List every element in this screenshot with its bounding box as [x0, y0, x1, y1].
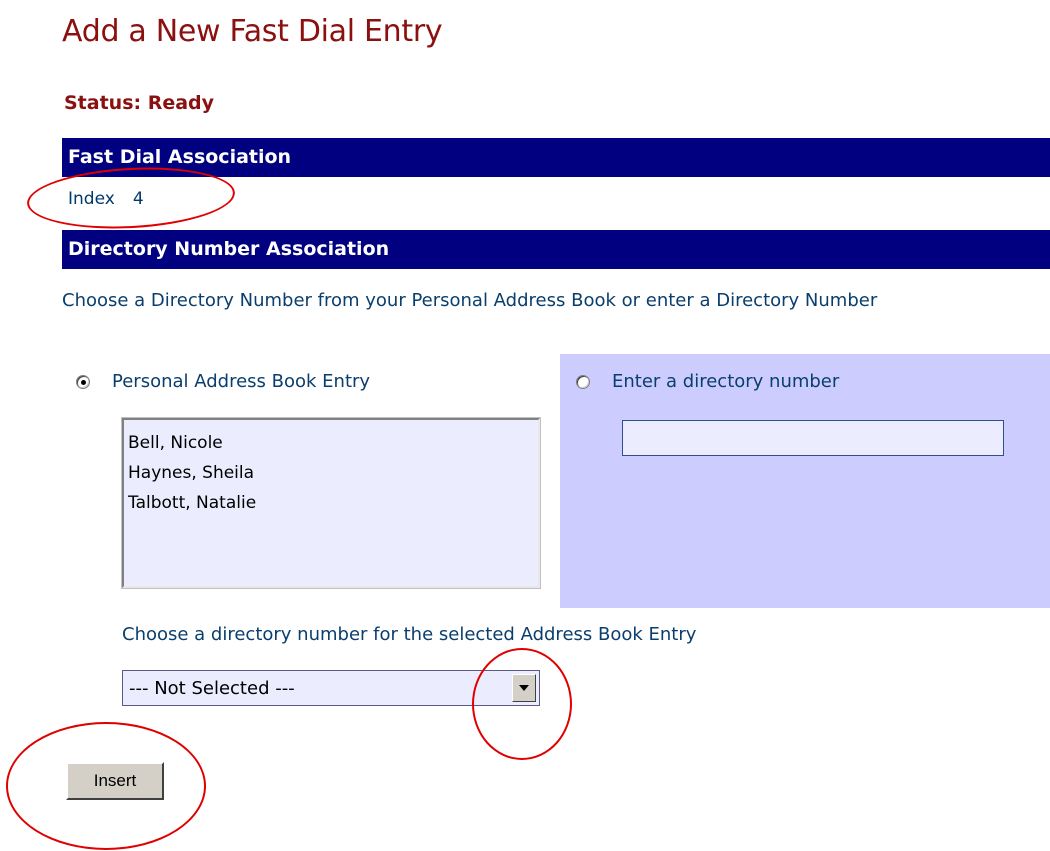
- address-book-option[interactable]: Personal Address Book Entry: [76, 371, 370, 392]
- choose-number-label: Choose a directory number for the select…: [122, 624, 697, 645]
- enter-number-option-label: Enter a directory number: [612, 371, 840, 392]
- address-book-option-label: Personal Address Book Entry: [112, 371, 371, 392]
- select-value: --- Not Selected ---: [129, 677, 295, 699]
- address-book-listbox[interactable]: Bell, Nicole Haynes, Sheila Talbott, Nat…: [121, 417, 541, 589]
- list-item[interactable]: Haynes, Sheila: [128, 458, 538, 488]
- annotation-circle-dropdown: [472, 648, 572, 760]
- list-item[interactable]: Bell, Nicole: [128, 428, 538, 458]
- directory-number-association-header: Directory Number Association: [62, 230, 1050, 269]
- status-text: Status: Ready: [64, 92, 215, 114]
- annotation-circle-insert: [6, 722, 206, 850]
- instructions-text: Choose a Directory Number from your Pers…: [62, 290, 878, 311]
- page-title: Add a New Fast Dial Entry: [62, 14, 443, 49]
- address-book-radio[interactable]: [76, 374, 90, 389]
- annotation-circle-index: [25, 162, 237, 234]
- enter-number-panel: [560, 354, 1050, 608]
- enter-number-radio[interactable]: [576, 374, 590, 389]
- enter-number-option[interactable]: Enter a directory number: [576, 371, 839, 392]
- fast-dial-association-header: Fast Dial Association: [62, 138, 1050, 177]
- directory-number-input[interactable]: [622, 420, 1004, 456]
- list-item[interactable]: Talbott, Natalie: [128, 488, 538, 518]
